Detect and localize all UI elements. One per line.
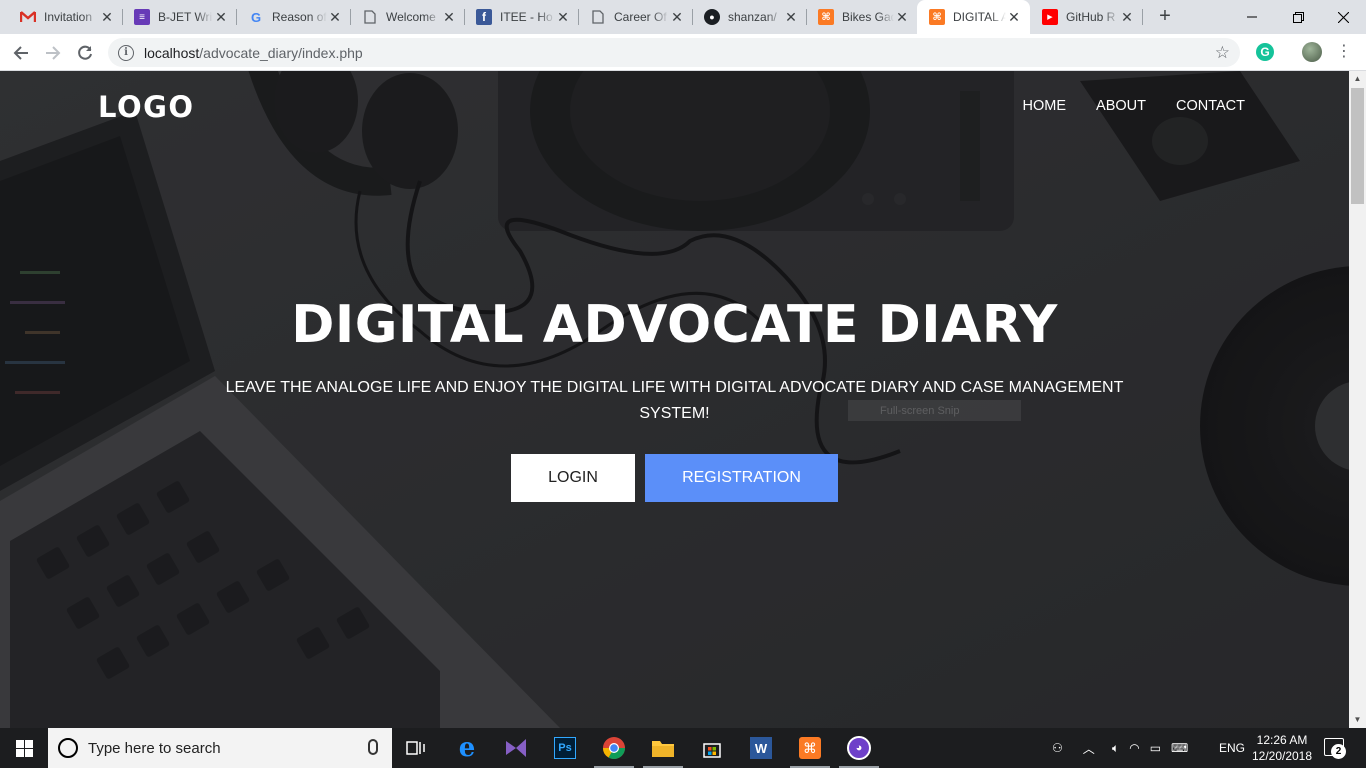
tab-youtube[interactable]: ▶ GitHub R ✕ (1030, 0, 1143, 34)
tab-bjet[interactable]: ≡ B-JET Writ ✕ (122, 0, 237, 34)
wifi-icon[interactable]: ◠ (1129, 741, 1139, 755)
reload-button[interactable] (72, 40, 98, 66)
photoshop-icon[interactable]: Ps (541, 728, 589, 768)
volume-icon[interactable]: 🔈︎ (1112, 741, 1119, 756)
xampp-icon[interactable]: ⌘ (786, 728, 834, 768)
address-bar[interactable]: i localhost/advocate_diary/index.php ☆ (108, 38, 1240, 67)
language-indicator[interactable]: ENG (1219, 728, 1245, 768)
tab-title: Bikes Gad (842, 10, 894, 24)
login-button[interactable]: LOGIN (511, 454, 635, 502)
system-tray: ⚇ ︿ (1052, 728, 1095, 768)
window-close-button[interactable] (1320, 0, 1366, 34)
forward-button[interactable] (40, 40, 66, 66)
tab-gmail[interactable]: Invitation ✕ (8, 0, 123, 34)
tab-github[interactable]: ● shanzan/ ✕ (692, 0, 807, 34)
tab-facebook[interactable]: f ITEE - Ho ✕ (464, 0, 579, 34)
close-icon[interactable]: ✕ (1119, 9, 1135, 26)
tab-digital-advocate[interactable]: ⌘ DIGITAL A ✕ (917, 0, 1030, 34)
close-icon[interactable]: ✕ (1006, 9, 1022, 26)
facebook-icon: f (476, 9, 492, 25)
tab-title: ITEE - Ho (500, 10, 553, 24)
page-icon (362, 9, 378, 25)
restore-button[interactable] (1275, 0, 1321, 34)
search-icon (58, 738, 78, 758)
show-hidden-icons-chevron-icon[interactable]: ︿ (1083, 740, 1095, 757)
page-scrollbar[interactable]: ▲ ▼ (1349, 71, 1366, 728)
chrome-icon[interactable] (590, 728, 638, 768)
clock-time: 12:26 AM (1256, 733, 1308, 747)
url-text: localhost/advocate_diary/index.php (144, 44, 363, 61)
tab-bikes[interactable]: ⌘ Bikes Gad ✕ (806, 0, 918, 34)
tab-google[interactable]: G Reason of ✕ (236, 0, 351, 34)
xampp-icon: ⌘ (929, 9, 945, 25)
tab-title: B-JET Writ (158, 10, 213, 24)
site-nav: HOME ABOUT CONTACT (1023, 98, 1245, 114)
store-icon[interactable] (688, 728, 736, 768)
gmail-icon (20, 9, 36, 25)
close-icon[interactable]: ✕ (327, 9, 343, 26)
tab-title: Welcome (386, 10, 436, 24)
close-icon[interactable]: ✕ (894, 9, 910, 26)
tab-welcome[interactable]: Welcome ✕ (350, 0, 465, 34)
hero-title: DIGITAL ADVOCATE DIARY (291, 295, 1058, 355)
people-icon[interactable]: ⚇ (1052, 741, 1063, 755)
tab-strip: Invitation ✕ ≡ B-JET Writ ✕ G Reason of … (0, 0, 1366, 34)
tab-title: GitHub R (1066, 10, 1116, 24)
taskbar-search-input[interactable]: Type here to search (48, 728, 392, 768)
close-icon[interactable]: ✕ (441, 9, 457, 26)
taskbar-clock[interactable]: 12:26 AM 12/20/2018 (1250, 732, 1314, 764)
tab-title: Career Of (614, 10, 667, 24)
github-icon: ● (704, 9, 720, 25)
snip-tooltip: Full-screen Snip (848, 400, 1021, 421)
clock-date: 12/20/2018 (1251, 749, 1313, 763)
tab-title: DIGITAL A (953, 10, 1006, 24)
registration-button[interactable]: REGISTRATION (645, 454, 838, 502)
form-icon: ≡ (134, 9, 150, 25)
new-tab-button[interactable]: + (1153, 6, 1177, 28)
menu-icon[interactable]: ⋮ (1336, 42, 1352, 62)
grammarly-extension-icon[interactable]: G (1256, 43, 1274, 61)
google-icon: G (250, 9, 262, 25)
profile-avatar[interactable] (1302, 42, 1322, 62)
windows-taskbar: Type here to search e Ps W ⌘ ◕ ⚇ ︿ 🔈︎ ◠ … (0, 728, 1366, 768)
battery-icon[interactable]: ▭ (1150, 741, 1161, 755)
microphone-icon[interactable] (368, 739, 378, 755)
notification-count-badge: 2 (1331, 744, 1346, 759)
info-icon[interactable]: i (118, 44, 134, 61)
xampp-icon: ⌘ (818, 9, 834, 25)
page-viewport: LOGO HOME ABOUT CONTACT DIGITAL ADVOCATE… (0, 71, 1349, 728)
back-button[interactable] (8, 40, 34, 66)
youtube-icon: ▶ (1042, 9, 1058, 25)
tab-title: shanzan/ (728, 10, 777, 24)
close-icon[interactable]: ✕ (99, 9, 115, 26)
nav-contact-link[interactable]: CONTACT (1176, 98, 1245, 114)
close-icon[interactable]: ✕ (555, 9, 571, 26)
scroll-down-arrow-icon[interactable]: ▼ (1349, 712, 1366, 728)
site-logo[interactable]: LOGO (98, 90, 195, 124)
edge-browser-icon[interactable]: e (443, 728, 491, 768)
page-icon (590, 9, 606, 25)
keyboard-icon[interactable]: ⌨︎ (1171, 741, 1188, 755)
scroll-thumb[interactable] (1351, 88, 1364, 204)
close-icon[interactable]: ✕ (669, 9, 685, 26)
github-desktop-icon[interactable]: ◕ (835, 728, 883, 768)
nav-about-link[interactable]: ABOUT (1096, 98, 1146, 114)
tab-title: Reason of (272, 10, 327, 24)
bookmark-star-icon[interactable]: ☆ (1215, 43, 1230, 63)
tab-title: Invitation (44, 10, 93, 24)
browser-toolbar: i localhost/advocate_diary/index.php ☆ G… (0, 34, 1366, 71)
visual-studio-icon[interactable] (492, 728, 540, 768)
word-icon[interactable]: W (737, 728, 785, 768)
scroll-up-arrow-icon[interactable]: ▲ (1349, 71, 1366, 87)
close-icon[interactable]: ✕ (213, 9, 229, 26)
tray-icons: 🔈︎ ◠ ▭ ⌨︎ (1112, 728, 1188, 768)
minimize-button[interactable] (1229, 0, 1275, 34)
tab-career[interactable]: Career Of ✕ (578, 0, 693, 34)
nav-home-link[interactable]: HOME (1023, 98, 1067, 114)
file-explorer-icon[interactable] (639, 728, 687, 768)
task-view-icon[interactable] (392, 728, 440, 768)
close-icon[interactable]: ✕ (783, 9, 799, 26)
windows-start-icon[interactable] (0, 728, 48, 768)
